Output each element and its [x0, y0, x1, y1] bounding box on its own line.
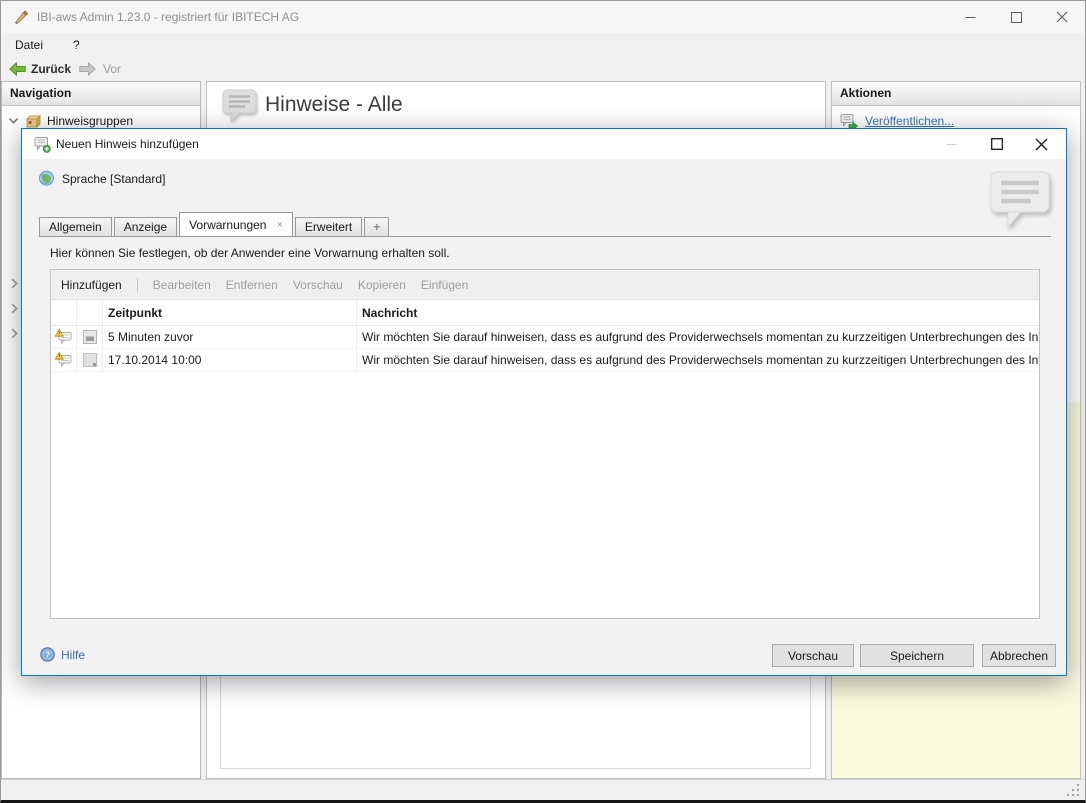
menu-help[interactable]: ?: [65, 38, 88, 52]
table-row[interactable]: 5 Minuten zuvor Wir möchten Sie darauf h…: [51, 326, 1039, 349]
app-window: IBI-aws Admin 1.23.0 - registriert für I…: [0, 0, 1086, 803]
save-button[interactable]: Speichern: [860, 644, 974, 667]
chevron-right-icon[interactable]: [11, 278, 18, 289]
close-icon: [1056, 11, 1068, 23]
minimize-icon: [946, 139, 957, 150]
language-label: Sprache [Standard]: [62, 172, 165, 186]
help-label: Hilfe: [61, 648, 85, 662]
maximize-icon: [1011, 12, 1022, 23]
minimize-icon: [965, 12, 976, 23]
dialog-title: Neuen Hinweis hinzufügen: [56, 129, 199, 159]
forward-button[interactable]: Vor: [79, 62, 121, 76]
back-label: Zurück: [31, 62, 71, 76]
speech-bubble-icon: [221, 88, 259, 124]
icon-column-header: [51, 300, 77, 325]
column-header-zeitpunkt: Zeitpunkt: [108, 306, 162, 320]
position-icon: [83, 353, 97, 367]
content-header: Hinweise - Alle: [207, 82, 825, 129]
edit-button[interactable]: Bearbeiten: [153, 278, 211, 292]
menubar: Datei ?: [1, 33, 1085, 57]
dialog-controls: [929, 129, 1064, 159]
prewarning-list: Hinzufügen Bearbeiten Entfernen Vorschau…: [50, 269, 1040, 619]
table-empty-area: [51, 372, 1039, 618]
window-title: IBI-aws Admin 1.23.0 - registriert für I…: [37, 1, 299, 33]
tree-item-label: Hinweisgruppen: [47, 114, 133, 128]
globe-icon: [38, 170, 55, 187]
tab-vorwarnungen[interactable]: Vorwarnungen ×: [179, 212, 293, 237]
row-message: Wir möchten Sie darauf hinweisen, dass e…: [362, 330, 1039, 344]
add-notice-dialog: Neuen Hinweis hinzufügen Sprache [Standa…: [21, 128, 1067, 676]
history-toolbar: Zurück Vor: [1, 57, 1085, 81]
actions-header: Aktionen: [832, 82, 1080, 106]
dialog-notice-add-icon: [34, 136, 51, 153]
back-button[interactable]: Zurück: [9, 62, 71, 76]
warning-bubble-icon: [55, 352, 72, 368]
svg-text:?: ?: [45, 650, 50, 660]
list-toolbar: Hinzufügen Bearbeiten Entfernen Vorschau…: [51, 270, 1039, 300]
table-row[interactable]: 17.10.2014 10:00 Wir möchten Sie darauf …: [51, 349, 1039, 372]
publish-link[interactable]: Veröffentlichen...: [865, 114, 954, 128]
chevron-down-icon[interactable]: [8, 117, 19, 125]
menu-datei[interactable]: Datei: [7, 38, 51, 52]
row-time: 5 Minuten zuvor: [108, 330, 193, 344]
tab-anzeige[interactable]: Anzeige: [114, 217, 177, 237]
app-icon: [13, 9, 29, 25]
chevron-right-icon[interactable]: [11, 328, 18, 339]
position-icon: [83, 330, 97, 344]
copy-button[interactable]: Kopieren: [358, 278, 406, 292]
maximize-button[interactable]: [993, 1, 1039, 33]
publish-action[interactable]: Veröffentlichen...: [840, 113, 954, 129]
chevron-right-icon[interactable]: [11, 303, 18, 314]
statusbar: [1, 779, 1085, 801]
row-message: Wir möchten Sie darauf hinweisen, dass e…: [362, 353, 1039, 367]
help-icon: ?: [40, 647, 55, 662]
page-title: Hinweise - Alle: [265, 82, 403, 128]
tab-allgemein[interactable]: Allgemein: [39, 217, 112, 237]
forward-arrow-icon: [79, 62, 96, 76]
tab-description: Hier können Sie festlegen, ob der Anwend…: [50, 246, 450, 260]
table-header: Zeitpunkt Nachricht: [51, 300, 1039, 326]
paste-button[interactable]: Einfügen: [421, 278, 468, 292]
icon-column-header: [77, 300, 103, 325]
forward-label: Vor: [103, 62, 121, 76]
window-controls: [947, 1, 1085, 33]
dialog-titlebar: Neuen Hinweis hinzufügen: [22, 129, 1066, 159]
back-arrow-icon: [9, 62, 26, 76]
language-selector[interactable]: Sprache [Standard]: [38, 170, 165, 187]
notice-group-icon: [25, 113, 41, 129]
titlebar: IBI-aws Admin 1.23.0 - registriert für I…: [1, 1, 1085, 33]
help-link[interactable]: ? Hilfe: [40, 647, 85, 662]
speech-bubble-watermark-icon: [988, 170, 1052, 232]
close-icon: [1035, 138, 1048, 151]
minimize-button[interactable]: [947, 1, 993, 33]
row-time: 17.10.2014 10:00: [108, 353, 201, 367]
preview-button[interactable]: Vorschau: [293, 278, 343, 292]
resize-grip[interactable]: [1067, 784, 1080, 797]
publish-icon: [840, 113, 858, 129]
maximize-icon: [991, 138, 1003, 150]
preview-dialog-button[interactable]: Vorschau: [772, 644, 854, 667]
tab-erweitert[interactable]: Erweitert: [295, 217, 362, 237]
column-header-nachricht: Nachricht: [362, 306, 417, 320]
cancel-button[interactable]: Abbrechen: [982, 644, 1056, 667]
dialog-maximize-button[interactable]: [974, 129, 1019, 159]
add-button[interactable]: Hinzufügen: [61, 278, 122, 292]
navigation-header: Navigation: [2, 82, 200, 106]
tab-add-button[interactable]: +: [364, 217, 389, 237]
dialog-close-button[interactable]: [1019, 129, 1064, 159]
dialog-minimize-button: [929, 129, 974, 159]
tab-close-icon[interactable]: ×: [276, 219, 282, 231]
tabstrip: Allgemein Anzeige Vorwarnungen × Erweite…: [39, 212, 389, 237]
warning-bubble-icon: [55, 329, 72, 345]
delete-button[interactable]: Entfernen: [226, 278, 278, 292]
toolbar-separator: [137, 278, 138, 292]
close-button[interactable]: [1039, 1, 1085, 33]
